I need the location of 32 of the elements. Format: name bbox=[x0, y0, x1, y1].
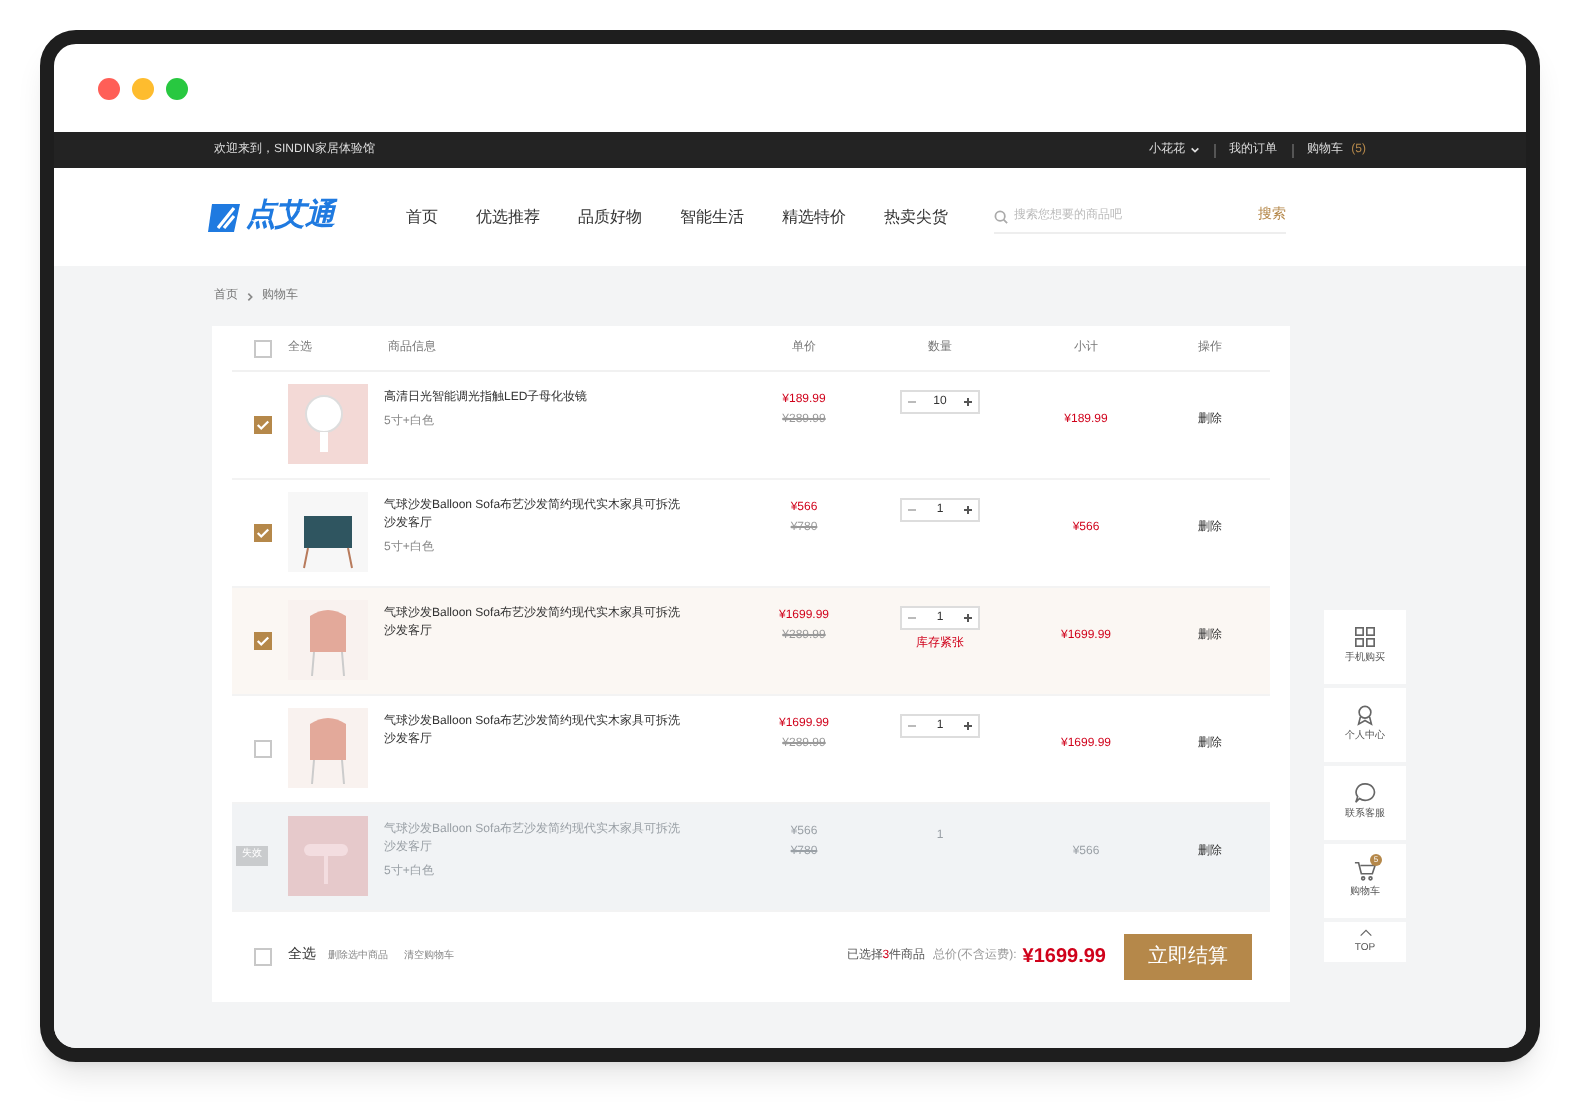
minus-icon[interactable] bbox=[908, 722, 916, 730]
logo-text[interactable]: 点艾通 bbox=[246, 194, 334, 240]
grid-icon bbox=[1354, 626, 1376, 649]
checkbox[interactable] bbox=[254, 948, 272, 966]
minus-icon[interactable] bbox=[908, 614, 916, 622]
chat-icon bbox=[1354, 782, 1376, 805]
minus-icon[interactable] bbox=[908, 398, 916, 406]
checkbox[interactable] bbox=[254, 739, 272, 757]
chevron-down-icon bbox=[1189, 146, 1200, 154]
nav-link[interactable]: 热卖尖货 bbox=[884, 205, 948, 229]
chevron-right-icon bbox=[246, 291, 254, 301]
user-icon bbox=[1354, 704, 1376, 727]
plus-icon[interactable] bbox=[964, 614, 972, 622]
plus-icon[interactable] bbox=[964, 506, 972, 514]
nav-link[interactable]: 品质好物 bbox=[578, 205, 642, 229]
minus-icon[interactable] bbox=[908, 506, 916, 514]
chevron-up-icon bbox=[1357, 927, 1373, 938]
search-icon bbox=[994, 209, 1008, 223]
checkbox[interactable] bbox=[254, 631, 272, 649]
product-photo[interactable] bbox=[288, 492, 368, 572]
cart-icon bbox=[1354, 860, 1376, 883]
plus-icon[interactable] bbox=[964, 398, 972, 406]
nav-link[interactable]: 优选推荐 bbox=[476, 205, 540, 229]
plus-icon[interactable] bbox=[964, 722, 972, 730]
logo-mark-icon bbox=[206, 201, 242, 233]
nav-link[interactable]: 精选特价 bbox=[782, 205, 846, 229]
checkbox[interactable] bbox=[254, 415, 272, 433]
checkbox[interactable] bbox=[254, 339, 272, 357]
checkbox[interactable] bbox=[254, 523, 272, 541]
total-price: ¥1699.99 bbox=[1022, 944, 1106, 972]
nav-link[interactable]: 智能生活 bbox=[680, 205, 744, 229]
nav-link[interactable]: 首页 bbox=[406, 205, 438, 229]
